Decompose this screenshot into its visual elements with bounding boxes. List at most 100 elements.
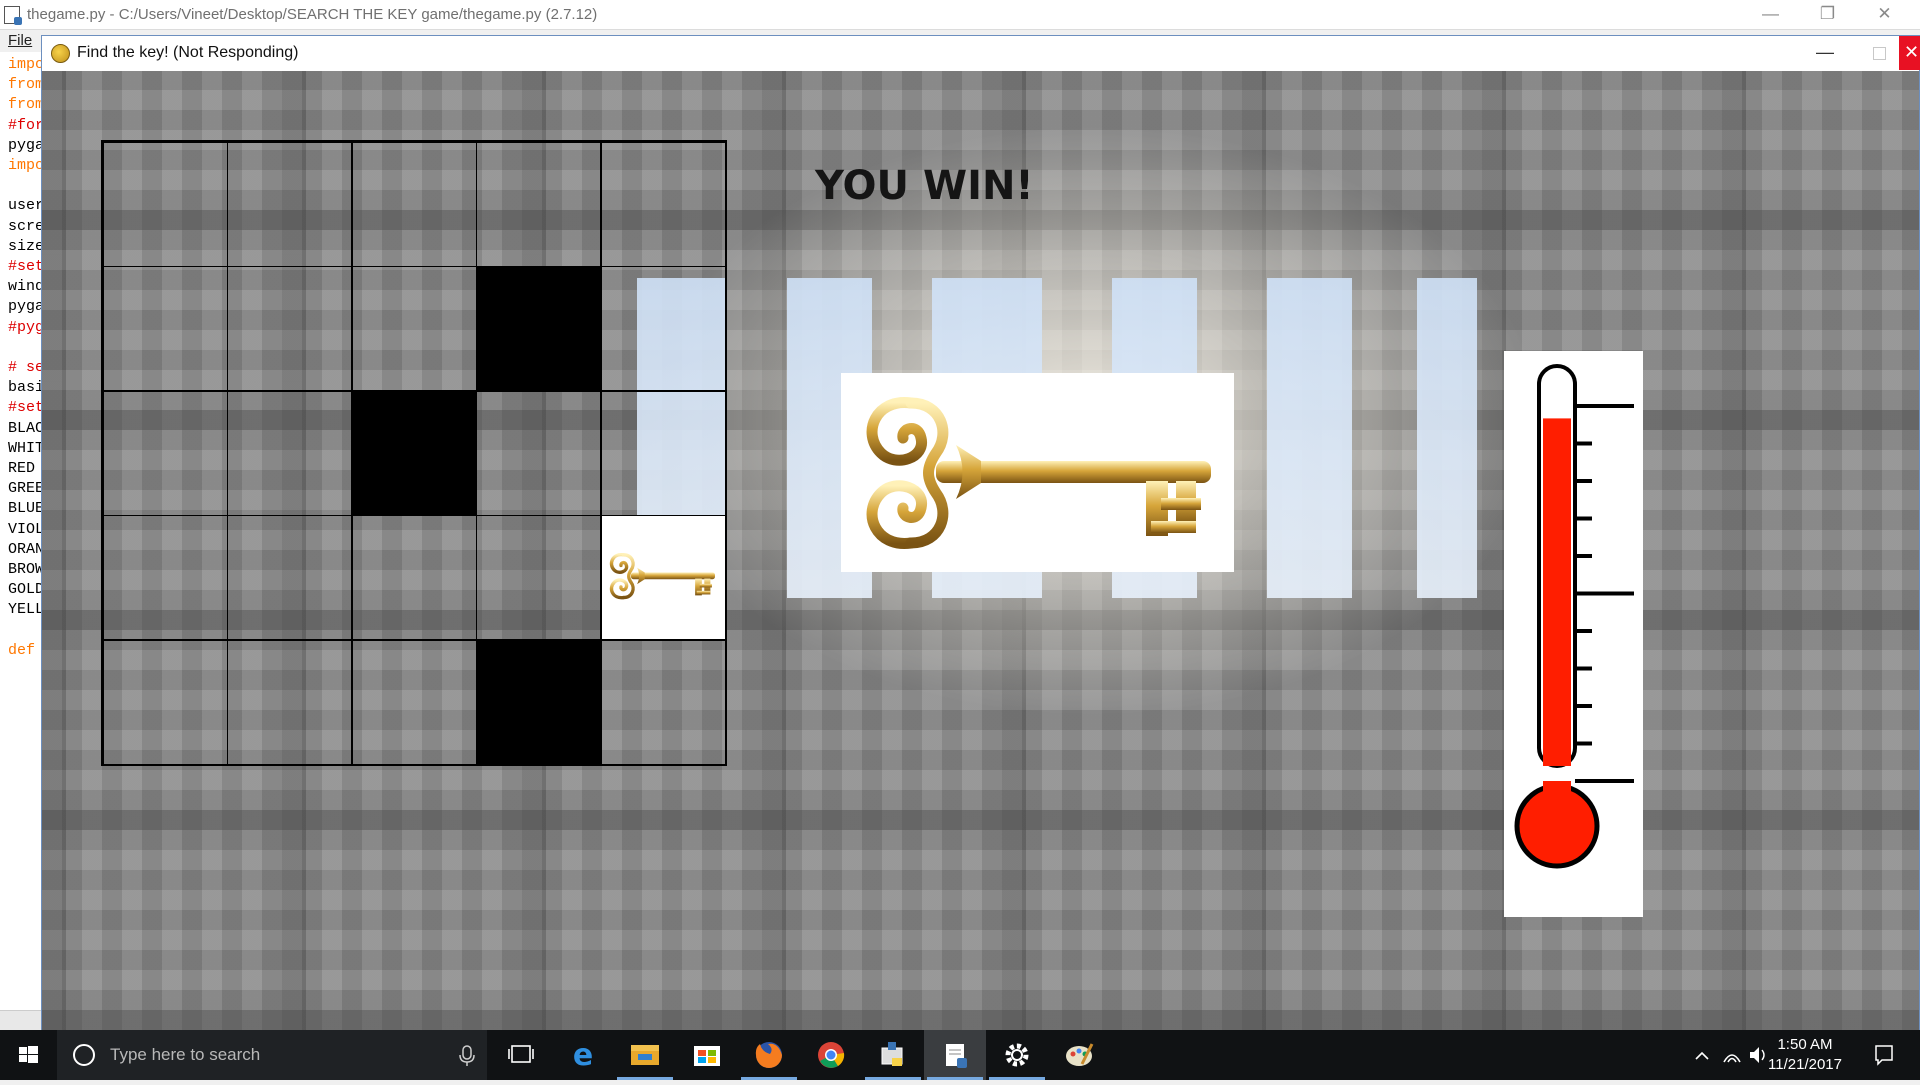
game-window-title: Find the key! (Not Responding) — [77, 44, 299, 61]
task-view-icon — [508, 1045, 534, 1063]
grid-cell[interactable] — [600, 639, 726, 765]
editor-restore-button[interactable]: ❐ — [1799, 0, 1856, 29]
found-key-panel — [841, 373, 1234, 572]
code-line: wind — [8, 278, 43, 296]
editor-minimize-button[interactable]: — — [1742, 0, 1799, 29]
firefox-button[interactable] — [738, 1030, 800, 1080]
menu-file[interactable]: File — [8, 32, 32, 49]
search-grid[interactable] — [101, 140, 727, 766]
game-window: Find the key! (Not Responding) — ✕ YOU W… — [41, 35, 1920, 1030]
small-key-icon — [609, 553, 715, 600]
file-explorer-button[interactable] — [614, 1030, 676, 1080]
grid-cell[interactable] — [351, 142, 477, 267]
game-close-button[interactable]: ✕ — [1899, 36, 1920, 70]
file-explorer-icon — [631, 1045, 659, 1065]
settings-icon — [1005, 1043, 1029, 1067]
taskbar-search-box[interactable]: Type here to search — [57, 1030, 487, 1080]
store-icon — [694, 1046, 720, 1066]
idle-editor-icon — [946, 1044, 967, 1068]
clock-time[interactable]: 1:50 AM — [1760, 1036, 1850, 1053]
grid-cell-revealed[interactable] — [476, 639, 602, 765]
code-line: #set — [8, 399, 43, 417]
chrome-button[interactable] — [800, 1030, 862, 1080]
game-canvas[interactable]: YOU WIN! — [42, 71, 1919, 1030]
grid-cell[interactable] — [227, 639, 353, 765]
background-window-pane — [1267, 278, 1352, 598]
editor-titlebar: thegame.py - C:/Users/Vineet/Desktop/SEA… — [0, 0, 1920, 30]
grid-cell-revealed[interactable] — [351, 390, 477, 516]
grid-cell-revealed[interactable] — [476, 266, 602, 392]
taskbar: Type here to search e 1:50 AM 11/21/2017 — [0, 1030, 1920, 1080]
start-button[interactable] — [0, 1030, 57, 1080]
grid-cell[interactable] — [227, 266, 353, 392]
code-line: size — [8, 237, 43, 255]
code-line: from — [8, 76, 43, 94]
grid-cell[interactable] — [351, 515, 477, 641]
store-button[interactable] — [676, 1030, 738, 1080]
grid-cell[interactable] — [227, 390, 353, 516]
grid-cell[interactable] — [600, 266, 726, 392]
code-line: BLAC — [8, 419, 43, 437]
code-line: def — [8, 641, 36, 659]
task-view-button[interactable] — [490, 1030, 552, 1080]
thermometer-icon — [1514, 364, 1634, 869]
code-line: scre — [8, 217, 43, 235]
proximity-thermometer — [1504, 351, 1643, 917]
code-line: #pyg — [8, 318, 43, 336]
paint-button[interactable] — [1048, 1030, 1110, 1080]
code-line: BLUE — [8, 500, 43, 518]
grid-cell[interactable] — [103, 142, 228, 267]
pygame-snake-icon — [51, 44, 70, 63]
chrome-icon — [818, 1042, 845, 1068]
python-launcher-button[interactable] — [862, 1030, 924, 1080]
code-line: GREE — [8, 480, 43, 498]
code-line: RED — [8, 460, 36, 477]
game-minimize-button[interactable]: — — [1798, 36, 1852, 70]
editor-code-area[interactable]: impo from from #for pyga impo user scre size #set… — [0, 52, 43, 1010]
grid-cell[interactable] — [227, 142, 353, 267]
grid-cell[interactable] — [103, 515, 228, 641]
grid-cell[interactable] — [476, 390, 602, 516]
code-line: basi — [8, 379, 43, 397]
grid-cell[interactable] — [476, 515, 602, 641]
code-line: pyga — [8, 136, 43, 154]
code-line: # se — [8, 359, 43, 376]
grid-cell[interactable] — [103, 390, 228, 516]
thermometer-mercury — [1543, 418, 1571, 766]
idle-editor-button[interactable] — [924, 1030, 986, 1080]
grid-cell[interactable] — [476, 142, 602, 267]
firefox-icon — [755, 1042, 782, 1068]
grid-cell[interactable] — [600, 390, 726, 516]
editor-status-strip — [0, 1010, 42, 1031]
code-line: user — [8, 197, 43, 215]
grid-cell[interactable] — [103, 639, 228, 765]
svg-text:e: e — [573, 1038, 593, 1073]
show-hidden-icons-chevron-icon — [1695, 1051, 1709, 1060]
edge-button[interactable]: e — [552, 1030, 614, 1080]
action-center-icon — [1875, 1045, 1893, 1066]
grid-cell[interactable] — [351, 266, 477, 392]
code-line: from — [8, 96, 43, 114]
grid-cell[interactable] — [600, 142, 726, 267]
paint-icon — [1066, 1043, 1094, 1066]
settings-button[interactable] — [986, 1030, 1048, 1080]
game-titlebar[interactable]: Find the key! (Not Responding) — ✕ — [42, 36, 1920, 70]
code-line: impo — [8, 56, 43, 73]
microphone-icon[interactable] — [457, 1045, 477, 1067]
code-line: ORAN — [8, 540, 43, 558]
grid-cell[interactable] — [227, 515, 353, 641]
editor-menubar: File — [0, 30, 42, 51]
cortana-icon — [73, 1044, 95, 1066]
grid-cell[interactable] — [103, 266, 228, 392]
background-window-pane — [1417, 278, 1477, 598]
code-line: impo — [8, 157, 43, 174]
code-line: VIOL — [8, 520, 43, 538]
code-line: pyga — [8, 298, 43, 316]
editor-close-button[interactable]: ✕ — [1856, 0, 1913, 29]
code-line: #set — [8, 258, 43, 275]
clock-date[interactable]: 11/21/2017 — [1760, 1056, 1850, 1073]
python-file-icon — [4, 6, 22, 25]
python-launcher-icon — [881, 1042, 903, 1066]
grid-cell[interactable] — [351, 639, 477, 765]
grid-cell-key[interactable] — [600, 515, 726, 641]
